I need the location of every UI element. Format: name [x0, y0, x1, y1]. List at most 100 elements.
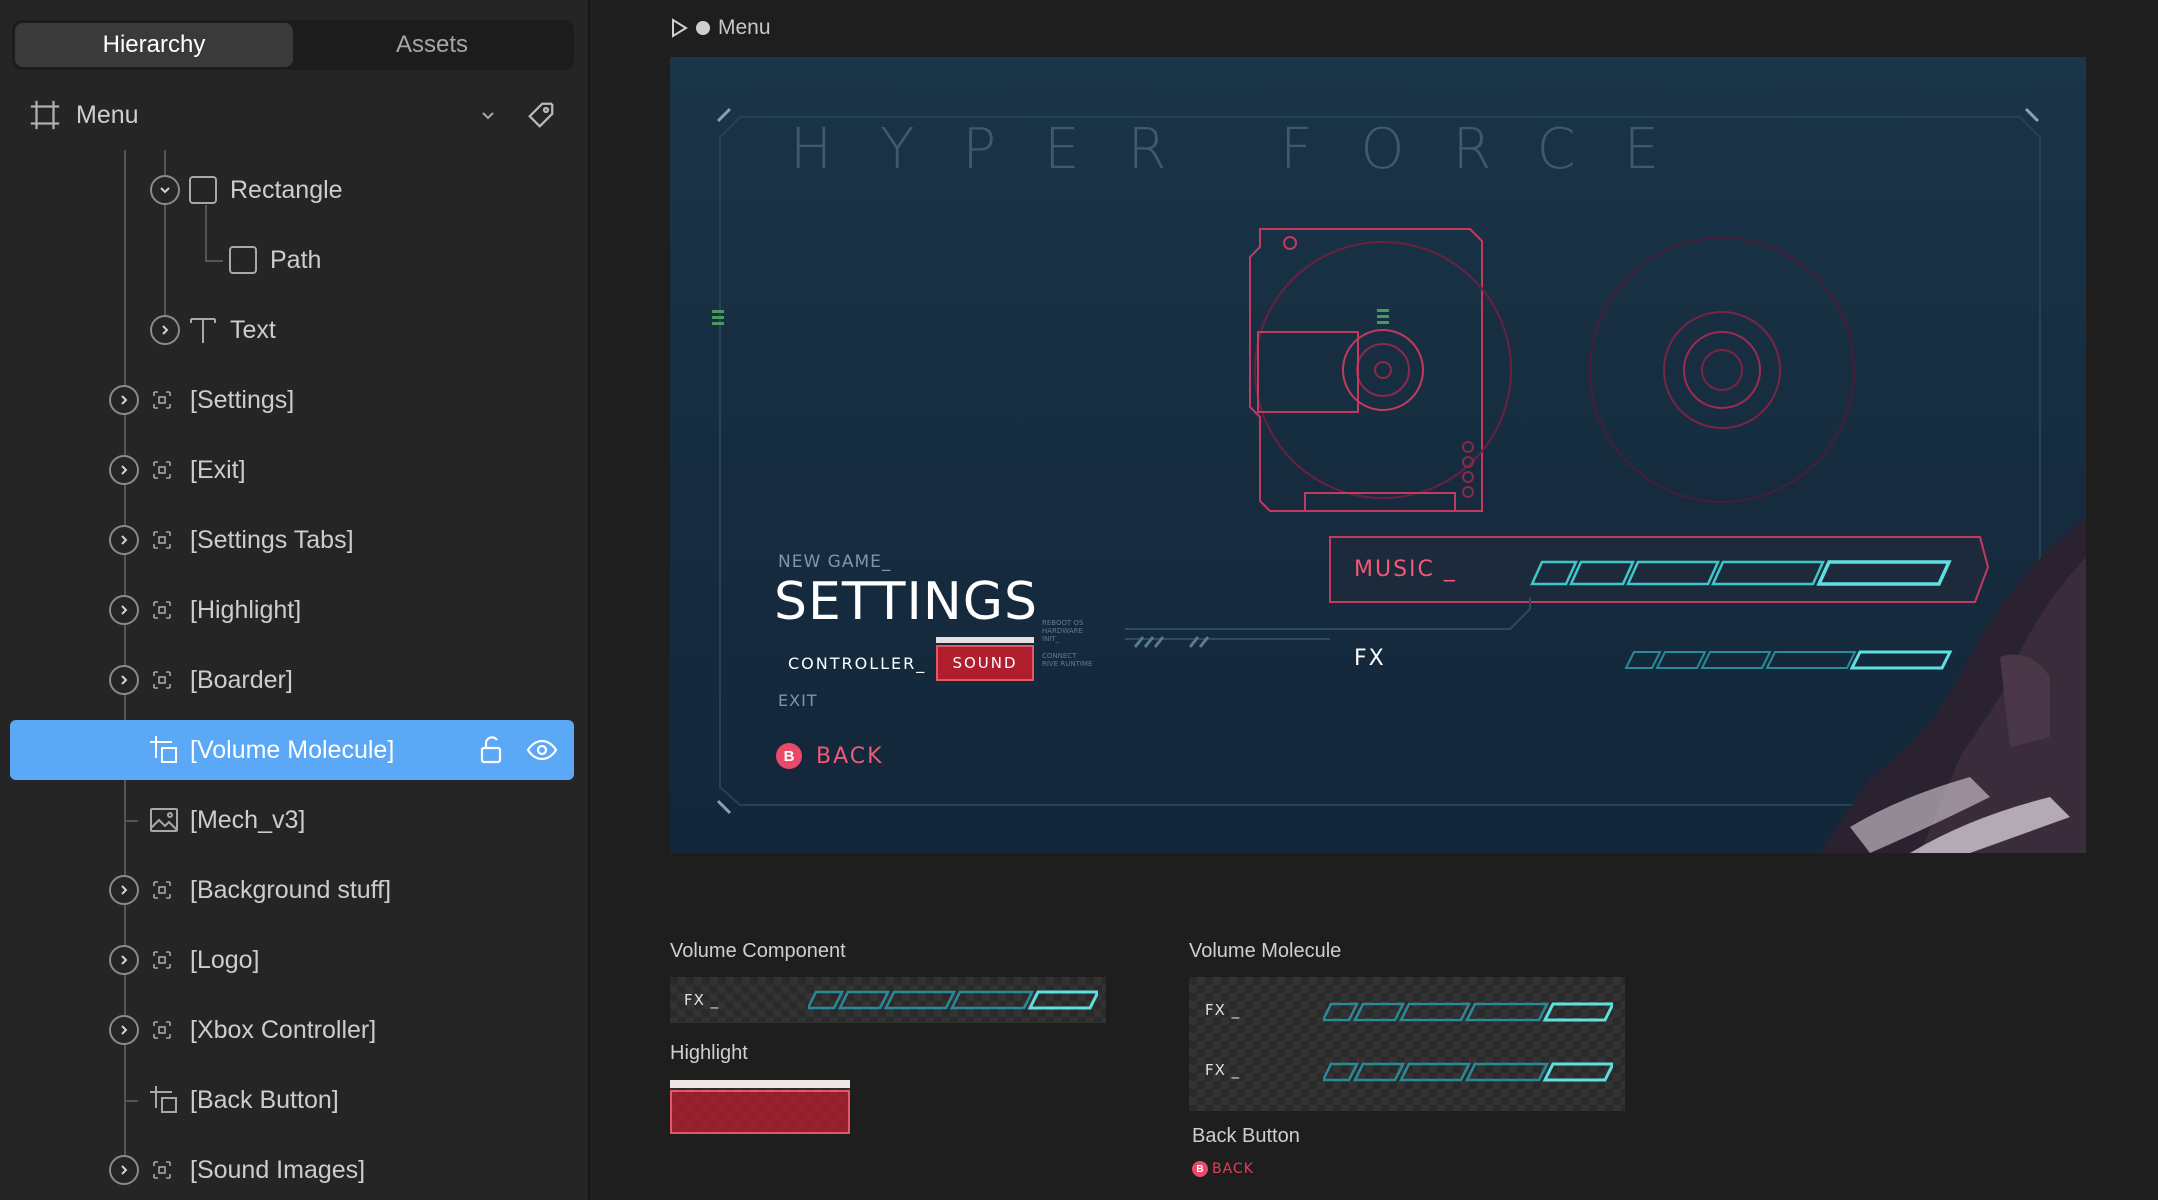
layer-row-path[interactable]: Path — [10, 230, 574, 290]
expand-toggle-icon[interactable] — [109, 525, 139, 555]
design-canvas[interactable]: Menu HYPER FORCE NEW GAME_ SETTINGS CONT… — [592, 0, 2158, 1200]
play-icon[interactable] — [670, 18, 688, 38]
component-title-volume-component: Volume Component — [670, 940, 846, 962]
expand-toggle-icon[interactable] — [109, 455, 139, 485]
game-logo: HYPER FORCE — [790, 117, 1708, 182]
artboard-name: Menu — [718, 16, 771, 39]
tiny-note: REBOOT OS HARDWARE INIT_ — [1042, 619, 1084, 643]
layer-row-sound-images[interactable]: [Sound Images] — [10, 1140, 574, 1200]
fx-label: FX — [1354, 646, 1386, 671]
component-icon — [150, 736, 177, 763]
group-icon — [153, 951, 171, 969]
layer-row-rectangle[interactable]: Rectangle — [10, 160, 574, 220]
artboard-title[interactable]: Menu — [670, 16, 771, 40]
expand-toggle-icon[interactable] — [109, 665, 139, 695]
layer-label: [Boarder] — [190, 665, 293, 694]
path-icon — [229, 246, 257, 274]
layer-row-xbox-controller[interactable]: [Xbox Controller] — [10, 1000, 574, 1060]
hierarchy-root-menu[interactable]: Menu — [12, 92, 574, 138]
text-icon — [190, 318, 216, 343]
editor-window: Hierarchy Assets Menu Rectangle Path Tex… — [0, 0, 2158, 1200]
layer-row-background-stuff[interactable]: [Background stuff] — [10, 860, 574, 920]
unlock-icon[interactable] — [476, 734, 508, 766]
layer-label: [Highlight] — [190, 595, 302, 624]
expand-toggle-icon[interactable] — [109, 1155, 139, 1185]
menu-new-game[interactable]: NEW GAME_ — [778, 552, 891, 572]
volume-slats — [1323, 1002, 1613, 1022]
layer-row-volume-molecule[interactable]: [Volume Molecule] — [10, 720, 574, 780]
layer-label: [Sound Images] — [190, 1155, 366, 1184]
group-icon — [153, 601, 171, 619]
menu-settings-title[interactable]: SETTINGS — [774, 572, 1038, 632]
fx-label: FX _ — [1205, 1001, 1241, 1019]
layer-label: Rectangle — [230, 175, 343, 204]
layer-label: [Background stuff] — [190, 875, 392, 904]
tab-controller[interactable]: CONTROLLER_ — [788, 654, 926, 673]
component-title-volume-molecule: Volume Molecule — [1189, 940, 1342, 962]
fx-label: FX _ — [684, 991, 720, 1009]
volume-slats — [1323, 1062, 1613, 1082]
layer-row-logo[interactable]: [Logo] — [10, 930, 574, 990]
layer-row-highlight[interactable]: [Highlight] — [10, 580, 574, 640]
layer-row-settings[interactable]: [Settings] — [10, 370, 574, 430]
tab-sound[interactable]: SOUND — [936, 637, 1034, 681]
layer-label: Path — [270, 245, 322, 274]
group-icon — [153, 671, 171, 689]
group-icon — [153, 1021, 171, 1039]
volume-slats — [808, 990, 1098, 1010]
menu-exit[interactable]: EXIT — [778, 691, 818, 710]
layer-label: Text — [230, 315, 276, 344]
layer-label: [Volume Molecule] — [190, 735, 395, 764]
back-label: BACK — [816, 743, 884, 769]
chevron-down-icon[interactable] — [478, 105, 498, 125]
eye-icon[interactable] — [526, 734, 558, 766]
back-button-preview[interactable]: B BACK — [1192, 1161, 1254, 1177]
expand-toggle-icon[interactable] — [109, 1015, 139, 1045]
layer-row-exit[interactable]: [Exit] — [10, 440, 574, 500]
layer-label: [Xbox Controller] — [190, 1015, 377, 1044]
layer-label: [Logo] — [190, 945, 260, 974]
rectangle-icon — [189, 176, 217, 204]
row-actions — [476, 720, 558, 780]
component-title-highlight: Highlight — [670, 1042, 748, 1064]
component-title-back-button: Back Button — [1192, 1125, 1300, 1147]
expand-toggle-icon[interactable] — [109, 875, 139, 905]
layer-row-text[interactable]: Text — [10, 300, 574, 360]
collapse-toggle-icon[interactable] — [150, 175, 180, 205]
expand-toggle-icon[interactable] — [109, 385, 139, 415]
layer-row-mech-v3[interactable]: [Mech_v3] — [10, 790, 574, 850]
b-button-icon: B — [1192, 1161, 1208, 1177]
layer-label: [Settings] — [190, 385, 295, 414]
tab-hierarchy[interactable]: Hierarchy — [15, 23, 293, 67]
artboard-preview[interactable]: HYPER FORCE NEW GAME_ SETTINGS CONTROLLE… — [670, 57, 2086, 853]
group-icon — [153, 461, 171, 479]
component-icon — [150, 1086, 177, 1113]
expand-toggle-icon[interactable] — [109, 945, 139, 975]
tiny-note: CONNECT RIVE RUNTIME — [1042, 652, 1093, 668]
expand-toggle-icon[interactable] — [109, 595, 139, 625]
expand-toggle-icon[interactable] — [150, 315, 180, 345]
fx-label: FX _ — [1205, 1061, 1241, 1079]
layer-row-back-button[interactable]: [Back Button] — [10, 1070, 574, 1130]
group-icon — [153, 391, 171, 409]
volume-component-preview[interactable]: FX _ — [670, 977, 1106, 1023]
b-button-icon: B — [776, 743, 802, 769]
frame-icon — [30, 100, 60, 130]
tag-icon[interactable] — [526, 100, 556, 130]
layer-label: [Back Button] — [190, 1085, 339, 1114]
layer-row-settings-tabs[interactable]: [Settings Tabs] — [10, 510, 574, 570]
volume-molecule-preview[interactable]: FX _ FX _ — [1189, 977, 1625, 1111]
highlight-preview[interactable] — [670, 1080, 850, 1134]
layer-label: [Mech_v3] — [190, 805, 306, 834]
record-dot-icon — [696, 21, 710, 35]
back-button[interactable]: B BACK — [776, 743, 884, 769]
group-icon — [153, 531, 171, 549]
layer-label: [Settings Tabs] — [190, 525, 354, 554]
layer-row-boarder[interactable]: [Boarder] — [10, 650, 574, 710]
group-icon — [153, 1161, 171, 1179]
tab-assets[interactable]: Assets — [293, 23, 571, 67]
layer-label: [Exit] — [190, 455, 246, 484]
panel-tabs: Hierarchy Assets — [12, 20, 574, 70]
back-label: BACK — [1212, 1161, 1254, 1177]
image-icon — [150, 808, 178, 832]
